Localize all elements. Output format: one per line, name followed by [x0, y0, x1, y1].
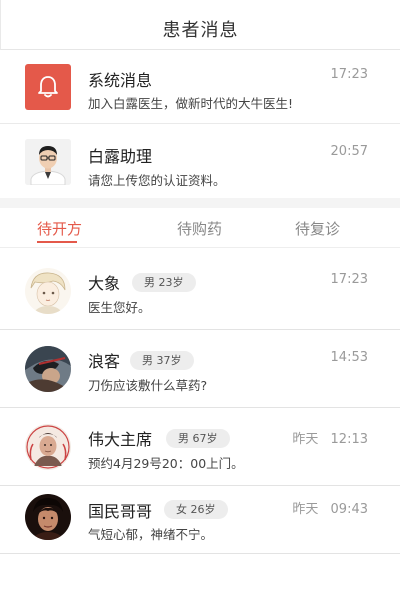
system-message-row[interactable]: 系统消息 加入白露医生，做新时代的大牛医生! 17:23	[0, 51, 400, 124]
patient-gender-age-badge: 男 23岁	[132, 273, 196, 292]
assistant-avatar	[25, 139, 71, 185]
bell-icon	[25, 64, 71, 110]
patient-message: 医生您好。	[88, 300, 151, 315]
assistant-message-row[interactable]: 白露助理 请您上传您的认证资料。 20:57	[0, 125, 400, 198]
patient-name: 大象	[88, 274, 121, 293]
patient-row[interactable]: 伟大主席 男 67岁 预约4月29号20：00上门。 昨天 12:13	[0, 408, 400, 486]
patient-gender-age-badge: 女 26岁	[164, 500, 228, 519]
patient-row[interactable]: 大象 男 23岁 医生您好。 17:23	[0, 252, 400, 330]
patient-name: 伟大主席	[88, 430, 153, 449]
patient-message-time: 昨天 12:13	[292, 432, 368, 447]
patient-row[interactable]: 国民哥哥 女 26岁 气短心郁，神绪不宁。 昨天 09:43	[0, 486, 400, 554]
patient-message-time: 14:53	[330, 350, 368, 365]
tab-pending-purchase[interactable]: 待购药	[177, 218, 222, 239]
patient-message: 预约4月29号20：00上门。	[88, 456, 244, 471]
section-divider	[0, 198, 400, 208]
list-empty-area	[0, 555, 400, 600]
tab-bar: 待开方 待购药 待复诊	[0, 208, 400, 248]
assistant-message-time: 20:57	[330, 144, 368, 159]
patient-message: 刀伤应该敷什么草药?	[88, 378, 208, 393]
patient-avatar	[25, 268, 71, 314]
patient-message-time: 17:23	[330, 272, 368, 287]
assistant-message-text: 请您上传您的认证资料。	[88, 173, 226, 188]
patient-row[interactable]: 浪客 男 37岁 刀伤应该敷什么草药? 14:53	[0, 330, 400, 408]
system-message-name: 系统消息	[88, 71, 153, 90]
patient-avatar	[25, 424, 71, 470]
patient-avatar	[25, 346, 71, 392]
patient-name: 浪客	[88, 352, 121, 371]
system-message-text: 加入白露医生，做新时代的大牛医生!	[88, 96, 294, 111]
patient-gender-age-badge: 男 67岁	[166, 429, 230, 448]
active-tab-indicator	[37, 241, 77, 243]
header-bar: 患者消息	[0, 0, 400, 50]
patient-message: 气短心郁，神绪不宁。	[88, 527, 214, 542]
patient-message-time: 昨天 09:43	[292, 502, 368, 517]
tab-pending-prescription[interactable]: 待开方	[37, 218, 82, 239]
patient-gender-age-badge: 男 37岁	[130, 351, 194, 370]
page-title: 患者消息	[162, 20, 239, 41]
system-message-time: 17:23	[330, 67, 368, 82]
patient-avatar	[25, 494, 71, 540]
assistant-name: 白露助理	[88, 147, 153, 166]
tab-pending-followup[interactable]: 待复诊	[295, 218, 340, 239]
patient-name: 国民哥哥	[88, 502, 153, 521]
